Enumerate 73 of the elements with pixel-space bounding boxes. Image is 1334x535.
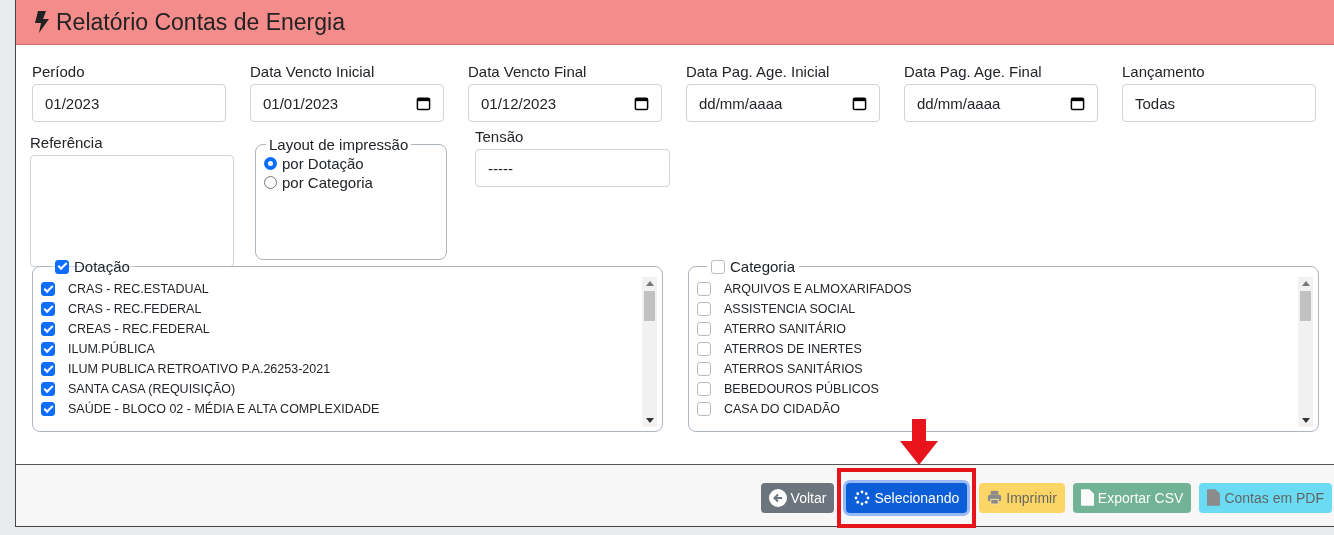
field-label: Tensão <box>475 128 525 145</box>
radio-option[interactable]: por Categoria <box>264 174 438 191</box>
date-field[interactable]: 01/12/2023 <box>468 84 662 122</box>
list-item-label[interactable]: ARQUIVOS E ALMOXARIFADOS <box>724 282 912 296</box>
list-item-label[interactable]: ATERRO SANITÁRIO <box>724 322 846 336</box>
checkbox[interactable] <box>41 402 55 416</box>
checkbox[interactable] <box>41 322 55 336</box>
radio-icon[interactable] <box>264 176 277 189</box>
field-label: Lançamento <box>1122 63 1206 80</box>
checkbox[interactable] <box>697 342 711 356</box>
back-button[interactable]: Voltar <box>760 482 835 513</box>
field-label: Período <box>32 63 86 80</box>
scrollbar-thumb[interactable] <box>1300 291 1311 321</box>
radio-option[interactable]: por Dotação <box>264 155 438 172</box>
scrollbar[interactable] <box>1298 277 1313 427</box>
select-field[interactable]: ----- <box>475 149 670 187</box>
date-field[interactable]: 01/01/2023 <box>250 84 444 122</box>
calendar-icon <box>634 95 649 111</box>
checkbox[interactable] <box>697 362 711 376</box>
scroll-down-icon[interactable] <box>1301 418 1310 423</box>
group-legend: Categoria <box>730 258 796 275</box>
scroll-up-icon[interactable] <box>645 281 654 286</box>
list-item-label[interactable]: CREAS - REC.FEDERAL <box>68 322 210 336</box>
scrollbar-thumb[interactable] <box>644 291 655 321</box>
list-item-label[interactable]: ATERROS DE INERTES <box>724 342 862 356</box>
list-item-label[interactable]: ILUM PUBLICA RETROATIVO P.A.26253-2021 <box>68 362 331 376</box>
pointer-arrow <box>899 418 938 465</box>
list-item-label[interactable]: BEBEDOUROS PÚBLICOS <box>724 382 879 396</box>
pdf-file-icon <box>1207 489 1221 506</box>
list-item-label[interactable]: ILUM.PÚBLICA <box>68 342 155 356</box>
scroll-down-icon[interactable] <box>645 418 654 423</box>
scroll-up-icon[interactable] <box>1301 281 1310 286</box>
spinner-icon <box>854 489 871 506</box>
list-item-label[interactable]: ASSISTENCIA SOCIAL <box>724 302 856 316</box>
checkbox[interactable] <box>711 259 725 274</box>
field-label: Data Vencto Final <box>468 63 588 80</box>
list-item-label[interactable]: CRAS - REC.FEDERAL <box>68 302 202 316</box>
list-item-label[interactable]: CASA DO CIDADÃO <box>724 402 840 416</box>
checkbox[interactable] <box>697 382 711 396</box>
date-field[interactable]: dd/mm/aaaa <box>904 84 1098 122</box>
group-legend: Layout de impressão <box>266 136 412 153</box>
field-label: Data Vencto Inicial <box>250 63 376 80</box>
calendar-icon <box>416 95 431 111</box>
checkbox[interactable] <box>41 362 55 376</box>
input-field[interactable]: 01/2023 <box>32 84 226 122</box>
checkbox[interactable] <box>55 259 69 274</box>
list-item-label[interactable]: CRAS - REC.ESTADUAL <box>68 282 209 296</box>
date-field[interactable]: dd/mm/aaaa <box>686 84 880 122</box>
field-label: Data Pag. Age. Final <box>904 63 1043 80</box>
scrollbar[interactable] <box>642 277 657 427</box>
calendar-icon <box>852 95 867 111</box>
printer-icon <box>987 490 1003 505</box>
checkbox[interactable] <box>697 302 711 316</box>
checkbox[interactable] <box>697 282 711 296</box>
field-label: Data Pag. Age. Inicial <box>686 63 831 80</box>
checkbox[interactable] <box>41 302 55 316</box>
list-item-label[interactable]: SAÚDE - BLOCO 02 - MÉDIA E ALTA COMPLEXIDADE <box>68 402 380 416</box>
list-item-label[interactable]: ATERROS SANITÁRIOS <box>724 362 863 376</box>
loading-button[interactable]: Selecionando <box>846 482 968 513</box>
checkbox[interactable] <box>41 282 55 296</box>
lightning-bolt-icon <box>34 11 50 33</box>
list-item-label[interactable]: SANTA CASA (REQUISIÇÃO) <box>68 382 236 396</box>
radio-icon[interactable] <box>264 157 277 170</box>
calendar-icon <box>1070 95 1085 111</box>
checkbox[interactable] <box>697 402 711 416</box>
checkbox[interactable] <box>697 322 711 336</box>
checkbox[interactable] <box>41 382 55 396</box>
field-label: Referência <box>30 134 104 151</box>
page-title: Relatório Contas de Energia <box>56 8 345 36</box>
checkbox[interactable] <box>41 342 55 356</box>
input-field[interactable]: Todas <box>1122 84 1316 122</box>
group-legend: Dotação <box>74 258 130 275</box>
csv-file-icon <box>1080 489 1094 506</box>
